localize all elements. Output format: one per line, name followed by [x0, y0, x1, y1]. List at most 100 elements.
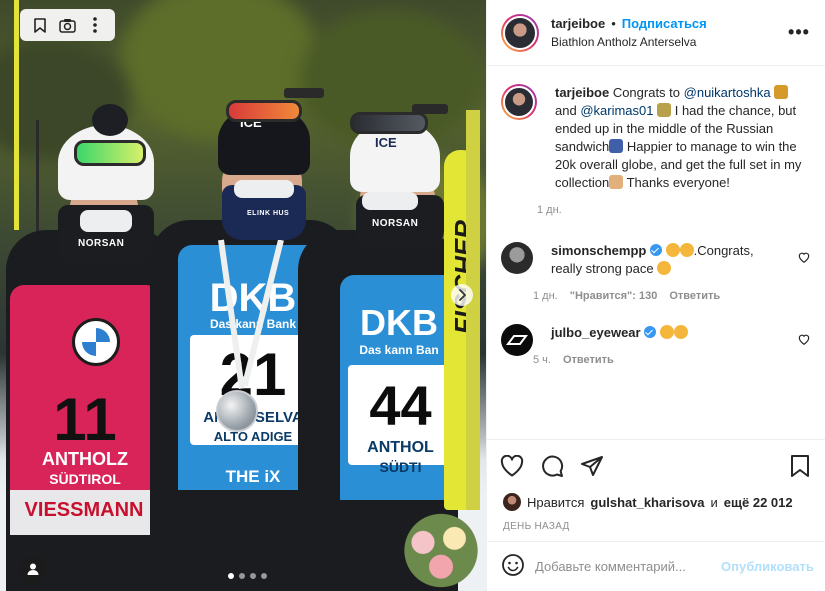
- tagged-users-icon[interactable]: [20, 556, 46, 582]
- face-emoji-icon: [609, 175, 624, 189]
- reply-button[interactable]: Ответить: [669, 290, 720, 302]
- athlete-2-goggles: [226, 100, 302, 122]
- emoji-picker-icon[interactable]: [501, 553, 525, 580]
- athlete-1-mask-text: NORSAN: [78, 238, 125, 249]
- ski-right-2: [466, 110, 480, 510]
- flexed-biceps-emoji-icon: [657, 261, 672, 275]
- caption-text-part: Congrats to: [612, 85, 684, 100]
- commenter-avatar[interactable]: [501, 324, 533, 356]
- mention-link[interactable]: @nuikartoshka: [684, 85, 771, 100]
- post-photo[interactable]: 11 ANTHOLZ SÜDTIROL VIESSMANN NORSAN DKB…: [0, 0, 486, 591]
- athlete-3-bib-slogan: Das kann Ban: [359, 343, 439, 357]
- post-side-panel: tarjeiboe • Подписаться Biathlon Antholz…: [486, 0, 825, 591]
- like-comment-icon[interactable]: [797, 332, 811, 346]
- comment-time[interactable]: 5 ч.: [533, 354, 551, 366]
- julbo-logo-icon: [506, 335, 528, 345]
- athlete-3-bib-text: SÜDTI: [379, 459, 422, 475]
- athlete-3-bib-sponsor: DKB: [360, 302, 438, 343]
- caption-text-part: and: [555, 103, 581, 118]
- ski-left: [14, 0, 19, 230]
- athlete-2-facemask: [234, 180, 294, 198]
- author-avatar[interactable]: [501, 13, 539, 52]
- medal-emoji-icon: [657, 103, 672, 117]
- next-slide-arrow-icon[interactable]: [451, 284, 473, 306]
- sandwich-emoji-icon: [609, 139, 624, 153]
- post-actions: [487, 439, 825, 491]
- camera-search-icon[interactable]: [56, 14, 78, 36]
- reply-button[interactable]: Ответить: [563, 354, 614, 366]
- follow-button[interactable]: Подписаться: [622, 16, 707, 31]
- comment-likes[interactable]: "Нравится": 130: [570, 290, 658, 302]
- like-comment-icon[interactable]: [797, 250, 811, 264]
- caption-username[interactable]: tarjeiboe: [555, 85, 609, 100]
- carousel-dot[interactable]: [239, 573, 245, 579]
- athlete-1-pompom: [92, 104, 128, 136]
- caption-text-part: Thanks everyone!: [623, 175, 730, 190]
- athlete-3-facemask: [362, 192, 418, 210]
- verified-badge-icon: [649, 244, 662, 256]
- clap-emoji-icon: [673, 325, 688, 339]
- author-username[interactable]: tarjeiboe: [551, 16, 605, 31]
- verified-badge-icon: [644, 326, 657, 338]
- likes-conjunction: и: [710, 494, 718, 510]
- comment-text: julbo_eyewear: [551, 324, 781, 342]
- bookmark-icon[interactable]: [29, 14, 51, 36]
- silver-medal: [216, 390, 258, 432]
- liker-avatar[interactable]: [503, 493, 521, 511]
- instagram-post: 11 ANTHOLZ SÜDTIROL VIESSMANN NORSAN DKB…: [0, 0, 825, 591]
- more-options-icon[interactable]: •••: [787, 21, 811, 45]
- commenter-avatar[interactable]: [501, 242, 533, 274]
- add-comment-bar: Опубликовать: [487, 541, 825, 591]
- post-header-text: tarjeiboe • Подписаться Biathlon Antholz…: [551, 16, 787, 49]
- caption-content: tarjeiboe Congrats to @nuikartoshka and …: [537, 84, 810, 216]
- athlete-1-bib-text: ANTHOLZ: [42, 449, 128, 469]
- ski-pole: [36, 120, 39, 240]
- carousel-dot[interactable]: [261, 573, 267, 579]
- more-vertical-icon[interactable]: [84, 14, 106, 36]
- athlete-3-bib-text: ANTHOL: [367, 439, 434, 456]
- comment-item: simonschempp .Congrats, really strong pa…: [501, 242, 811, 302]
- publish-button[interactable]: Опубликовать: [721, 559, 814, 574]
- likes-others-count[interactable]: ещё 22 012: [724, 495, 793, 510]
- comment-input[interactable]: [535, 559, 711, 574]
- comment-item: julbo_eyewear 5 ч. Ответить: [501, 324, 811, 366]
- comment-icon[interactable]: [539, 453, 565, 479]
- post-caption: tarjeiboe Congrats to @nuikartoshka and …: [501, 84, 811, 216]
- athlete-1-bib-number: 11: [53, 386, 117, 453]
- rifle-sight: [412, 104, 448, 114]
- carousel-dot[interactable]: [228, 573, 234, 579]
- comment-time[interactable]: 1 дн.: [533, 290, 558, 302]
- carousel-indicator: [228, 573, 267, 579]
- image-toolbar: [20, 9, 115, 41]
- comment-content: simonschempp .Congrats, really strong pa…: [533, 242, 781, 302]
- commenter-username[interactable]: simonschempp: [551, 243, 646, 258]
- commenter-username[interactable]: julbo_eyewear: [551, 325, 641, 340]
- mention-link[interactable]: @karimas01: [580, 103, 653, 118]
- caption-author-avatar[interactable]: [501, 84, 537, 120]
- post-location[interactable]: Biathlon Antholz Anterselva: [551, 35, 787, 49]
- athlete-2-mask-text: ELINK HUS: [247, 210, 290, 217]
- athlete-1-bib-text: SÜDTIROL: [49, 471, 121, 487]
- bookmark-icon[interactable]: [787, 453, 813, 479]
- heart-icon[interactable]: [499, 453, 525, 479]
- separator-dot: •: [611, 16, 616, 31]
- caption-time[interactable]: 1 дн.: [537, 204, 810, 216]
- caption-author-avatar-image: [503, 86, 535, 118]
- post-header: tarjeiboe • Подписаться Biathlon Antholz…: [487, 0, 825, 66]
- athlete-3-mask-text: NORSAN: [372, 218, 419, 229]
- share-icon[interactable]: [579, 453, 605, 479]
- flower-bouquet: [396, 510, 486, 591]
- athlete-1-facemask: [80, 210, 132, 232]
- carousel-dot[interactable]: [250, 573, 256, 579]
- caption-text: tarjeiboe Congrats to @nuikartoshka and …: [555, 84, 810, 192]
- post-date[interactable]: ДЕНЬ НАЗАД: [487, 521, 825, 541]
- liker-username[interactable]: gulshat_kharisova: [590, 495, 704, 510]
- comment-content: julbo_eyewear 5 ч. Ответить: [533, 324, 781, 366]
- comment-meta: 1 дн. "Нравится": 130 Ответить: [533, 290, 781, 302]
- likes-summary: Нравится gulshat_kharisova и ещё 22 012: [487, 491, 825, 513]
- athlete-1-goggles: [74, 140, 146, 166]
- athlete-1-bib-sponsor: VIESSMANN: [24, 499, 144, 521]
- clap-emoji-icon: [679, 243, 694, 257]
- athlete-3-goggles: [350, 112, 428, 134]
- clap-emoji-icon: [659, 325, 674, 339]
